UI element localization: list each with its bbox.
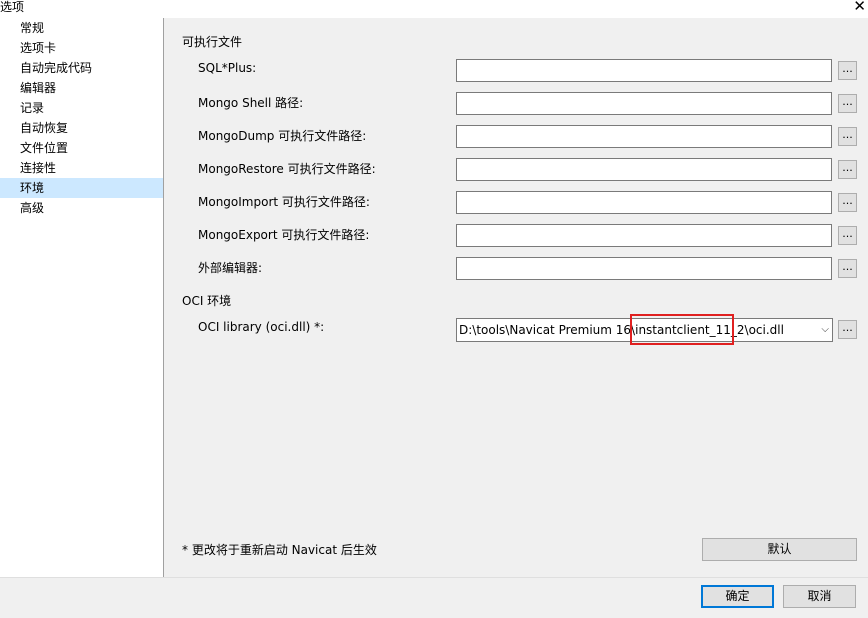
sidebar-item-environment[interactable]: 环境 <box>0 178 163 198</box>
sqlplus-label: SQL*Plus: <box>198 61 257 75</box>
cancel-button[interactable]: 取消 <box>783 585 856 608</box>
oci-library-value: D:\tools\Navicat Premium 16\instantclien… <box>459 323 784 337</box>
dialog-footer: 确定 取消 <box>0 577 868 618</box>
oci-library-browse-button[interactable]: ... <box>838 320 857 339</box>
highlight-box <box>630 314 734 345</box>
mongodump-label: MongoDump 可执行文件路径: <box>198 129 367 143</box>
mongo-shell-path-input[interactable] <box>456 92 832 115</box>
mongodump-browse-button[interactable]: ... <box>838 127 857 146</box>
mongoimport-browse-button[interactable]: ... <box>838 193 857 212</box>
sidebar-item-auto-recovery[interactable]: 自动恢复 <box>0 118 163 138</box>
sqlplus-path-input[interactable] <box>456 59 832 82</box>
sidebar-item-records[interactable]: 记录 <box>0 98 163 118</box>
title-bar: 选项 ✕ <box>0 0 868 18</box>
external-editor-path-input[interactable] <box>456 257 832 280</box>
sqlplus-browse-button[interactable]: ... <box>838 61 857 80</box>
restart-note: * 更改将于重新启动 Navicat 后生效 <box>182 543 377 557</box>
close-icon[interactable]: ✕ <box>853 0 866 15</box>
environment-panel: 可执行文件 SQL*Plus: ... Mongo Shell 路径: ... … <box>164 18 868 577</box>
mongoimport-path-input[interactable] <box>456 191 832 214</box>
oci-library-label: OCI library (oci.dll) *: <box>198 320 325 334</box>
mongoexport-browse-button[interactable]: ... <box>838 226 857 245</box>
oci-section-title: OCI 环境 <box>182 294 232 308</box>
mongoimport-label: MongoImport 可执行文件路径: <box>198 195 370 209</box>
default-button[interactable]: 默认 <box>702 538 857 561</box>
mongo-shell-browse-button[interactable]: ... <box>838 94 857 113</box>
sidebar-item-connectivity[interactable]: 连接性 <box>0 158 163 178</box>
sidebar-item-tabs[interactable]: 选项卡 <box>0 38 163 58</box>
sidebar-item-editor[interactable]: 编辑器 <box>0 78 163 98</box>
window-title: 选项 <box>0 0 25 14</box>
mongorestore-path-input[interactable] <box>456 158 832 181</box>
mongorestore-browse-button[interactable]: ... <box>838 160 857 179</box>
external-editor-browse-button[interactable]: ... <box>838 259 857 278</box>
mongo-shell-label: Mongo Shell 路径: <box>198 96 304 110</box>
mongoexport-path-input[interactable] <box>456 224 832 247</box>
sidebar-item-advanced[interactable]: 高级 <box>0 198 163 218</box>
executables-section-title: 可执行文件 <box>182 35 243 49</box>
sidebar-item-file-location[interactable]: 文件位置 <box>0 138 163 158</box>
sidebar-item-code-completion[interactable]: 自动完成代码 <box>0 58 163 78</box>
external-editor-label: 外部编辑器: <box>198 261 263 275</box>
chevron-down-icon[interactable]: ⌵ <box>821 319 829 341</box>
mongoexport-label: MongoExport 可执行文件路径: <box>198 228 370 242</box>
sidebar-item-general[interactable]: 常规 <box>0 18 163 38</box>
mongodump-path-input[interactable] <box>456 125 832 148</box>
options-sidebar: 常规 选项卡 自动完成代码 编辑器 记录 自动恢复 文件位置 连接性 环境 高级 <box>0 18 164 577</box>
ok-button[interactable]: 确定 <box>701 585 774 608</box>
mongorestore-label: MongoRestore 可执行文件路径: <box>198 162 376 176</box>
